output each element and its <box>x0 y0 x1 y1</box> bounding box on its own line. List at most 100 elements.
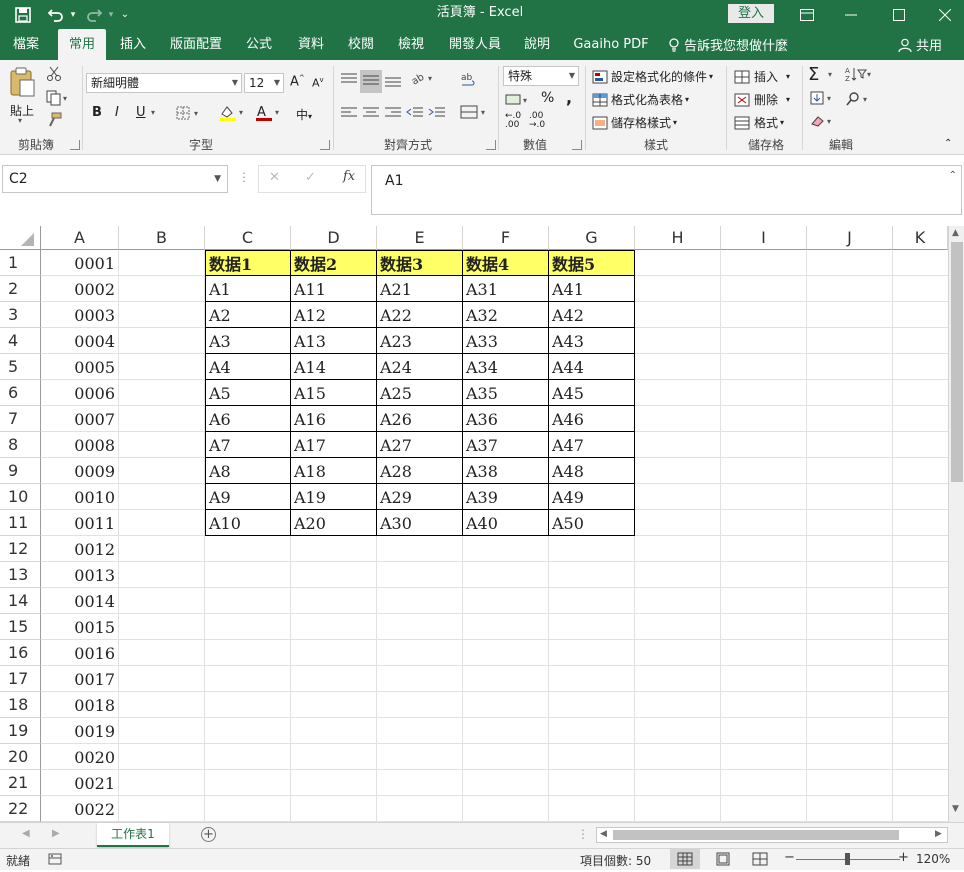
tab-view[interactable]: 檢視 <box>390 29 432 60</box>
number-format-combo[interactable]: 特殊 ▼ <box>503 66 579 86</box>
customize-icon[interactable]: ⌄ <box>118 0 132 29</box>
table-cell-c5[interactable]: A4 <box>205 354 291 380</box>
cell-a20[interactable]: 0020 <box>41 744 118 770</box>
enter-icon[interactable]: ✓ <box>305 170 316 185</box>
table-cell-c9[interactable]: A8 <box>205 458 291 484</box>
cell-a11[interactable]: 0011 <box>41 510 118 536</box>
column-header-i[interactable]: I <box>721 226 807 250</box>
paste-button[interactable]: 貼上 ▾ <box>8 66 38 125</box>
cell-a13[interactable]: 0013 <box>41 562 118 588</box>
undo-icon[interactable] <box>44 0 68 29</box>
horizontal-scroll-thumb[interactable] <box>613 830 899 840</box>
table-cell-g4[interactable]: A43 <box>549 328 635 354</box>
top-align-icon[interactable] <box>340 72 358 91</box>
table-cell-d9[interactable]: A18 <box>291 458 377 484</box>
delete-cells-button[interactable]: 刪除 ▾ <box>734 91 790 108</box>
middle-align-icon[interactable] <box>360 70 382 93</box>
login-button[interactable]: 登入 <box>728 4 774 23</box>
row-header-13[interactable]: 13 <box>0 562 41 588</box>
clear-icon[interactable]: ▾ <box>810 114 836 131</box>
table-cell-f10[interactable]: A39 <box>463 484 549 510</box>
column-header-d[interactable]: D <box>291 226 377 250</box>
next-sheet-icon[interactable]: ▶ <box>52 828 60 839</box>
name-box[interactable]: C2 ▼ <box>2 165 228 193</box>
cell-a19[interactable]: 0019 <box>41 718 118 744</box>
italic-button[interactable]: I <box>115 105 119 120</box>
cell-a17[interactable]: 0017 <box>41 666 118 692</box>
table-cell-d5[interactable]: A14 <box>291 354 377 380</box>
table-cell-g9[interactable]: A48 <box>549 458 635 484</box>
row-header-18[interactable]: 18 <box>0 692 41 718</box>
add-sheet-icon[interactable]: + <box>201 827 216 842</box>
table-cell-f2[interactable]: A31 <box>463 276 549 302</box>
format-cells-button[interactable]: 格式 ▾ <box>734 114 784 131</box>
name-box-dropdown-icon[interactable]: ▼ <box>214 166 221 192</box>
cell-a3[interactable]: 0003 <box>41 302 118 328</box>
table-cell-e3[interactable]: A22 <box>377 302 463 328</box>
table-cell-f9[interactable]: A38 <box>463 458 549 484</box>
row-header-2[interactable]: 2 <box>0 276 41 302</box>
tell-me-box[interactable]: 告訴我您想做什麼 <box>668 29 792 60</box>
table-cell-f7[interactable]: A36 <box>463 406 549 432</box>
table-cell-e2[interactable]: A21 <box>377 276 463 302</box>
table-cell-c11[interactable]: A10 <box>205 510 291 536</box>
scroll-right-icon[interactable]: ▶ <box>935 829 942 839</box>
phonetic-icon[interactable]: 中▾ <box>296 106 312 123</box>
table-cell-e5[interactable]: A24 <box>377 354 463 380</box>
borders-icon[interactable]: ▾ <box>176 106 204 123</box>
vertical-scroll-thumb[interactable] <box>951 242 963 482</box>
prev-sheet-icon[interactable]: ◀ <box>22 828 30 839</box>
grow-font-button[interactable]: A^ <box>290 74 305 89</box>
table-cell-c8[interactable]: A7 <box>205 432 291 458</box>
row-header-6[interactable]: 6 <box>0 380 41 406</box>
row-header-17[interactable]: 17 <box>0 666 41 692</box>
row-header-4[interactable]: 4 <box>0 328 41 354</box>
decrease-decimal-icon[interactable]: .00 →.0 <box>529 112 545 130</box>
row-header-5[interactable]: 5 <box>0 354 41 380</box>
table-cell-c7[interactable]: A6 <box>205 406 291 432</box>
autosum-dropdown-icon[interactable]: ▾ <box>828 70 832 79</box>
table-header-cell[interactable]: 数据2 <box>291 250 377 276</box>
select-all-button[interactable] <box>0 226 41 250</box>
scroll-down-icon[interactable]: ▼ <box>952 804 959 814</box>
alignment-launcher-icon[interactable] <box>486 140 496 150</box>
table-cell-g5[interactable]: A44 <box>549 354 635 380</box>
redo-dropdown-icon[interactable]: ▾ <box>106 0 116 29</box>
page-break-view-icon[interactable] <box>752 852 768 869</box>
table-cell-g10[interactable]: A49 <box>549 484 635 510</box>
wrap-text-icon[interactable]: ab <box>460 72 478 93</box>
font-size-combo[interactable]: 12 ▼ <box>244 73 284 93</box>
undo-dropdown-icon[interactable]: ▾ <box>68 0 78 29</box>
table-cell-e7[interactable]: A26 <box>377 406 463 432</box>
column-header-b[interactable]: B <box>119 226 205 250</box>
accounting-format-icon[interactable]: ▾ <box>505 92 533 111</box>
font-launcher-icon[interactable] <box>320 140 330 150</box>
horizontal-scrollbar[interactable]: ◀ ▶ <box>596 827 948 843</box>
cell-a7[interactable]: 0007 <box>41 406 118 432</box>
underline-button[interactable]: U <box>136 105 146 120</box>
table-cell-d2[interactable]: A11 <box>291 276 377 302</box>
table-cell-f8[interactable]: A37 <box>463 432 549 458</box>
tab-formulas[interactable]: 公式 <box>238 29 280 60</box>
sort-filter-icon[interactable]: A Z ▾ <box>844 66 872 85</box>
shrink-font-button[interactable]: Av <box>312 76 324 90</box>
row-header-20[interactable]: 20 <box>0 744 41 770</box>
cell-a18[interactable]: 0018 <box>41 692 118 718</box>
scroll-left-icon[interactable]: ◀ <box>600 829 607 839</box>
insert-function-icon[interactable]: fx <box>343 169 355 184</box>
fill-icon[interactable]: ▾ <box>810 91 836 108</box>
cell-a12[interactable]: 0012 <box>41 536 118 562</box>
table-cell-f3[interactable]: A32 <box>463 302 549 328</box>
row-header-16[interactable]: 16 <box>0 640 41 666</box>
insert-cells-button[interactable]: 插入 ▾ <box>734 68 790 85</box>
table-header-cell[interactable]: 数据1 <box>205 250 291 276</box>
cell-a6[interactable]: 0006 <box>41 380 118 406</box>
cell-a2[interactable]: 0002 <box>41 276 118 302</box>
cell-a14[interactable]: 0014 <box>41 588 118 614</box>
cut-icon[interactable] <box>46 66 62 85</box>
table-cell-d3[interactable]: A12 <box>291 302 377 328</box>
bottom-align-icon[interactable] <box>384 72 402 91</box>
minimize-icon[interactable] <box>836 0 866 29</box>
table-cell-g11[interactable]: A50 <box>549 510 635 536</box>
table-cell-d7[interactable]: A16 <box>291 406 377 432</box>
